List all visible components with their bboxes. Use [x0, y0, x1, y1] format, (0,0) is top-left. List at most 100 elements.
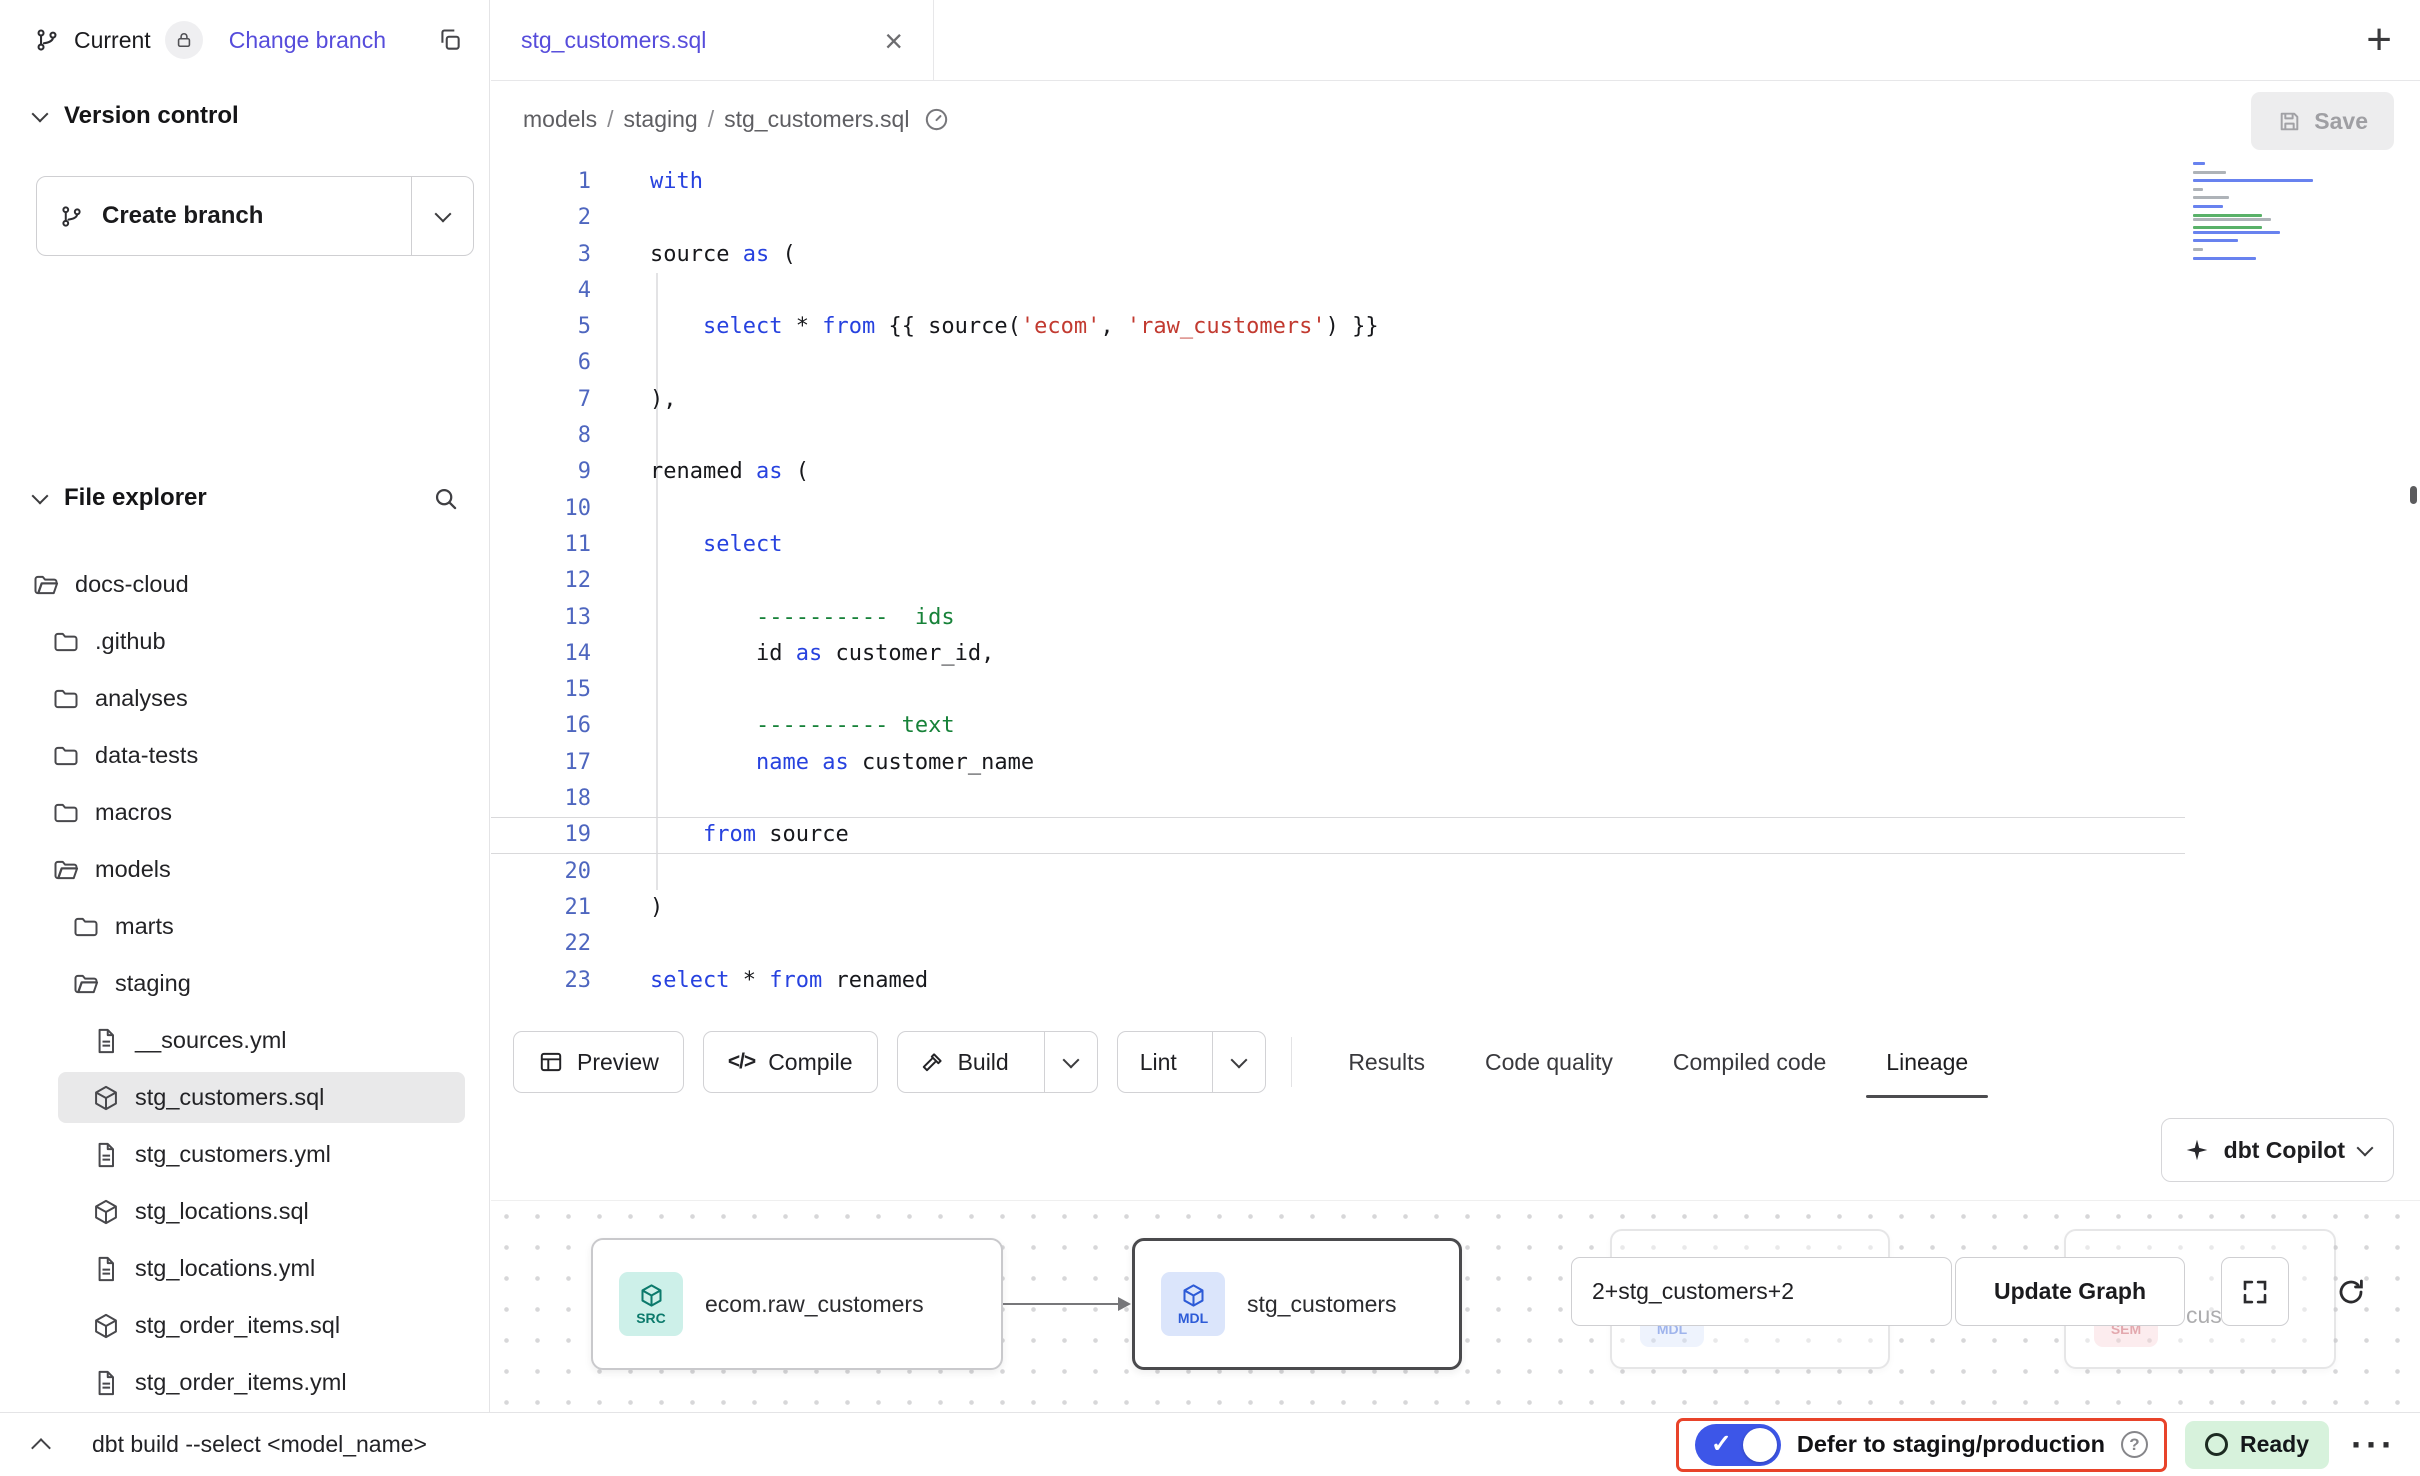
results-tab-lineage[interactable]: Lineage	[1856, 1018, 1998, 1106]
defer-toggle[interactable]: ✓	[1695, 1424, 1781, 1466]
change-branch-link[interactable]: Change branch	[229, 27, 386, 54]
file-name: .github	[95, 628, 166, 655]
file-tree-item-data-tests[interactable]: data-tests	[0, 727, 489, 784]
code-line[interactable]: 6	[491, 345, 2420, 381]
lineage-selector-input[interactable]	[1571, 1257, 1952, 1326]
file-tree-item-marts[interactable]: marts	[0, 898, 489, 955]
code-line[interactable]: 4	[491, 273, 2420, 309]
file-tree-item-models[interactable]: models	[0, 841, 489, 898]
preview-button[interactable]: Preview	[513, 1031, 684, 1093]
tab-stg-customers-sql[interactable]: stg_customers.sql ×	[491, 0, 934, 81]
chevron-down-icon[interactable]	[32, 106, 49, 123]
file-name: stg_order_items.yml	[135, 1369, 347, 1396]
file-tree-item-macros[interactable]: macros	[0, 784, 489, 841]
search-icon[interactable]	[432, 485, 459, 512]
editor-minimap[interactable]	[2193, 162, 2325, 261]
create-branch-dropdown[interactable]	[411, 177, 473, 255]
code-line[interactable]: 7),	[491, 382, 2420, 418]
file-tree-item-stg-locations-sql[interactable]: stg_locations.sql	[0, 1183, 489, 1240]
fullscreen-button[interactable]	[2221, 1257, 2289, 1326]
node-badge-label: MDL	[1178, 1310, 1208, 1326]
lineage-edge	[1003, 1303, 1119, 1305]
results-tab-results[interactable]: Results	[1318, 1018, 1455, 1106]
chevron-down-icon	[1062, 1052, 1079, 1069]
compile-label: Compile	[768, 1049, 852, 1076]
code-line[interactable]: 19 from source	[491, 817, 2420, 853]
line-number: 6	[491, 345, 591, 381]
lint-button[interactable]: Lint	[1118, 1032, 1199, 1092]
file-tree-item-analyses[interactable]: analyses	[0, 670, 489, 727]
help-icon[interactable]: ?	[2121, 1431, 2148, 1458]
code-line[interactable]: 17 name as customer_name	[491, 745, 2420, 781]
compile-button[interactable]: </> Compile	[703, 1031, 878, 1093]
chevron-up-icon[interactable]	[31, 1438, 51, 1458]
results-tab-code-quality[interactable]: Code quality	[1455, 1018, 1643, 1106]
toolbar-divider	[1291, 1037, 1293, 1087]
line-text: select * from {{ source('ecom', 'raw_cus…	[591, 309, 1379, 345]
lineage-node-stg-customers[interactable]: MDL stg_customers	[1132, 1238, 1462, 1370]
code-line[interactable]: 2	[491, 200, 2420, 236]
code-line[interactable]: 13 ---------- ids	[491, 600, 2420, 636]
code-line[interactable]: 3source as (	[491, 237, 2420, 273]
code-line[interactable]: 10	[491, 491, 2420, 527]
file-tree-item--github[interactable]: .github	[0, 613, 489, 670]
code-line[interactable]: 18	[491, 781, 2420, 817]
command-input[interactable]: dbt build --select <model_name>	[92, 1431, 427, 1458]
results-tab-compiled-code[interactable]: Compiled code	[1643, 1018, 1856, 1106]
lint-dropdown[interactable]	[1212, 1032, 1265, 1092]
node-label: stg_customers	[1247, 1291, 1397, 1318]
code-line[interactable]: 1with	[491, 164, 2420, 200]
code-editor[interactable]: 1with23source as (45 select * from {{ so…	[491, 156, 2420, 1018]
code-line[interactable]: 21)	[491, 890, 2420, 926]
version-control-title: Version control	[64, 102, 239, 130]
refresh-button[interactable]	[2317, 1257, 2385, 1326]
line-text: name as customer_name	[591, 745, 1034, 781]
new-tab-button[interactable]: +	[2366, 15, 2392, 65]
file-tree-item-stg-locations-yml[interactable]: stg_locations.yml	[0, 1240, 489, 1297]
file-tree-item-staging[interactable]: staging	[0, 955, 489, 1012]
code-line[interactable]: 22	[491, 926, 2420, 962]
code-line[interactable]: 8	[491, 418, 2420, 454]
code-line[interactable]: 5 select * from {{ source('ecom', 'raw_c…	[491, 309, 2420, 345]
code-line[interactable]: 14 id as customer_id,	[491, 636, 2420, 672]
code-line[interactable]: 15	[491, 672, 2420, 708]
code-line[interactable]: 9renamed as (	[491, 454, 2420, 490]
line-text: ---------- ids	[591, 600, 955, 636]
file-tree-item--sources-yml[interactable]: __sources.yml	[0, 1012, 489, 1069]
file-tree-item-stg-order-items-sql[interactable]: stg_order_items.sql	[0, 1297, 489, 1354]
line-text	[591, 563, 650, 599]
copy-icon[interactable]	[437, 27, 463, 53]
chevron-down-icon	[1230, 1052, 1247, 1069]
file-tree-item-docs-cloud[interactable]: docs-cloud	[0, 556, 489, 613]
gauge-icon[interactable]	[923, 106, 950, 133]
update-graph-button[interactable]: Update Graph	[1955, 1257, 2185, 1326]
line-text: select	[591, 527, 782, 563]
code-line[interactable]: 12	[491, 563, 2420, 599]
line-text	[591, 854, 650, 890]
line-number: 22	[491, 926, 591, 962]
file-tree-item-stg-order-items-yml[interactable]: stg_order_items.yml	[0, 1354, 489, 1411]
file-tree-item-stg-customers-sql[interactable]: stg_customers.sql	[0, 1069, 489, 1126]
status-bar: dbt build --select <model_name> ✓ Defer …	[0, 1412, 2420, 1476]
dbt-copilot-button[interactable]: dbt Copilot	[2161, 1118, 2394, 1182]
close-icon[interactable]: ×	[884, 25, 903, 57]
copilot-label: dbt Copilot	[2224, 1137, 2345, 1164]
lineage-canvas[interactable]: SRC ecom.raw_customers MDL stg_customers	[491, 1200, 2420, 1412]
code-line[interactable]: 16 ---------- text	[491, 708, 2420, 744]
code-line[interactable]: 11 select	[491, 527, 2420, 563]
file-icon	[92, 1369, 120, 1397]
refresh-icon	[2335, 1276, 2367, 1308]
file-tree-item-stg-customers-yml[interactable]: stg_customers.yml	[0, 1126, 489, 1183]
lineage-node-source[interactable]: SRC ecom.raw_customers	[591, 1238, 1003, 1370]
save-button[interactable]: Save	[2251, 92, 2394, 150]
scrollbar-thumb[interactable]	[2410, 486, 2417, 504]
code-line[interactable]: 20	[491, 854, 2420, 890]
chevron-down-icon[interactable]	[32, 488, 49, 505]
build-dropdown[interactable]	[1044, 1032, 1097, 1092]
line-text	[591, 672, 650, 708]
create-branch-button[interactable]: Create branch	[36, 176, 474, 256]
code-line[interactable]: 23select * from renamed	[491, 963, 2420, 999]
lint-label: Lint	[1140, 1049, 1177, 1076]
file-name: analyses	[95, 685, 188, 712]
build-button[interactable]: Build	[898, 1032, 1031, 1092]
